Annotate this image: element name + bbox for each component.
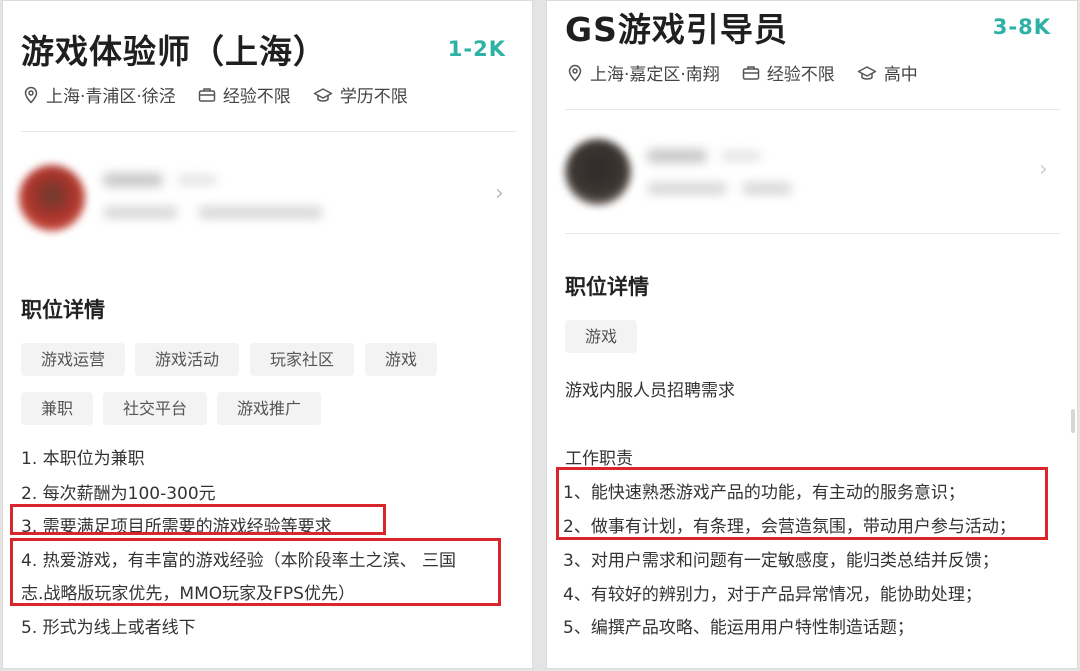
location: 上海·青浦区·徐泾 xyxy=(23,82,176,107)
scrollbar[interactable] xyxy=(1071,409,1075,433)
recruiter-company xyxy=(103,206,178,219)
salary: 1-2K xyxy=(447,37,506,61)
experience: 经验不限 xyxy=(198,82,291,107)
avatar[interactable] xyxy=(19,165,85,231)
job-title: 游戏体验师（上海） xyxy=(21,32,327,71)
tag: 游戏 xyxy=(365,343,438,376)
experience: 经验不限 xyxy=(742,60,835,85)
recruiter-status xyxy=(721,151,761,161)
education: 学历不限 xyxy=(313,82,408,107)
job-meta: 上海·青浦区·徐泾 经验不限 学历不限 xyxy=(23,82,430,107)
salary: 3-8K xyxy=(992,15,1051,39)
tag: 兼职 xyxy=(21,392,94,425)
briefcase-icon xyxy=(742,65,760,80)
location-pin-icon xyxy=(24,86,38,104)
divider xyxy=(21,131,516,132)
recruiter-position xyxy=(742,182,792,195)
education-text: 学历不限 xyxy=(339,87,408,107)
avatar[interactable] xyxy=(565,139,631,205)
description-line: 5. 形式为线上或者线下 xyxy=(21,618,196,638)
chevron-right-icon[interactable]: › xyxy=(1039,157,1048,182)
section-title: 职位详情 xyxy=(565,275,649,299)
experience-text: 经验不限 xyxy=(766,65,835,85)
tag: 游戏运营 xyxy=(21,343,126,376)
duty-line: 3、对用户需求和问题有一定敏感度，能归类总结并反馈； xyxy=(563,551,999,571)
job-card-left: 游戏体验师（上海） 1-2K 上海·青浦区·徐泾 经验不限 学历不限 › 职位详… xyxy=(2,0,533,669)
experience-text: 经验不限 xyxy=(222,87,291,107)
education: 高中 xyxy=(857,60,918,85)
recruiter-position xyxy=(198,206,323,219)
tag: 游戏 xyxy=(565,320,638,353)
job-title: GS游戏引导员 xyxy=(565,10,788,49)
description-line: 1. 本职位为兼职 xyxy=(21,449,145,469)
duty-line: 5、编撰产品攻略、能运用用户特性制造话题； xyxy=(563,618,914,638)
divider xyxy=(565,109,1060,110)
tag: 社交平台 xyxy=(103,392,208,425)
description-line: 2. 每次薪酬为100-300元 xyxy=(21,484,216,504)
job-summary: 游戏内服人员招聘需求 xyxy=(565,381,735,401)
recruiter-status xyxy=(177,175,217,185)
recruiter-name xyxy=(647,149,707,163)
duty-line: 4、有较好的辨别力，对于产品异常情况，能协助处理； xyxy=(563,585,982,605)
tag: 游戏活动 xyxy=(135,343,240,376)
recruiter-name xyxy=(103,173,163,187)
graduation-cap-icon xyxy=(313,87,333,102)
graduation-cap-icon xyxy=(857,65,877,80)
chevron-right-icon[interactable]: › xyxy=(495,181,504,206)
section-title: 职位详情 xyxy=(21,298,105,322)
location-text: 上海·青浦区·徐泾 xyxy=(46,87,176,107)
highlight-box xyxy=(556,467,1048,540)
job-card-right: GS游戏引导员 3-8K 上海·嘉定区·南翔 经验不限 高中 › 职位详情 游戏… xyxy=(546,0,1078,669)
tag: 玩家社区 xyxy=(250,343,355,376)
duty-heading: 工作职责 xyxy=(565,449,633,469)
job-meta: 上海·嘉定区·南翔 经验不限 高中 xyxy=(567,60,940,85)
divider xyxy=(565,233,1060,234)
location: 上海·嘉定区·南翔 xyxy=(567,60,720,85)
education-text: 高中 xyxy=(883,65,918,85)
recruiter-company xyxy=(647,182,727,195)
highlight-box xyxy=(10,504,386,535)
tag: 游戏推广 xyxy=(217,392,322,425)
tag-list: 游戏 xyxy=(565,320,1055,369)
tag-list: 游戏运营 游戏活动 玩家社区 游戏 兼职 社交平台 游戏推广 xyxy=(21,343,511,441)
highlight-box xyxy=(10,538,501,606)
location-text: 上海·嘉定区·南翔 xyxy=(590,65,720,85)
location-pin-icon xyxy=(568,64,582,82)
briefcase-icon xyxy=(198,87,216,102)
